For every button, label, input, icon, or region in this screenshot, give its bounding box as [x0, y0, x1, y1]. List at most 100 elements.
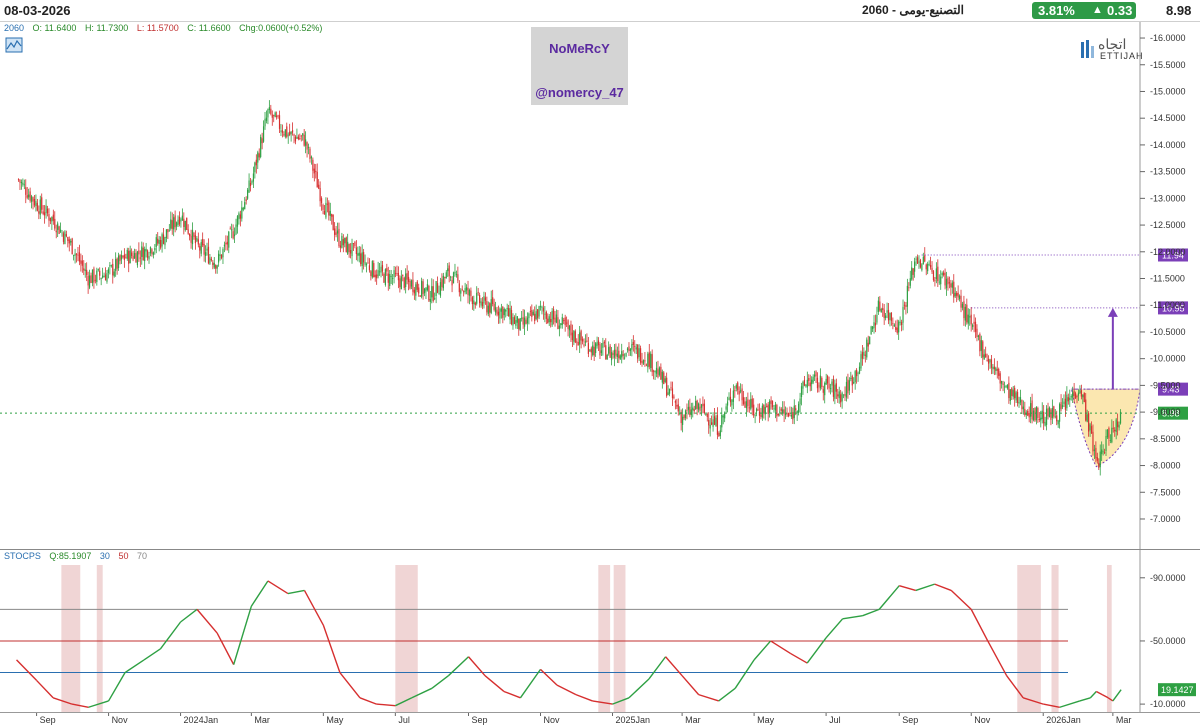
- candle-body: [1090, 426, 1093, 434]
- candle-body: [982, 341, 984, 358]
- candle-body: [1093, 449, 1096, 452]
- candle-body: [212, 262, 214, 266]
- oversold-band: [395, 565, 418, 712]
- candle-body: [73, 254, 75, 256]
- candle-body: [802, 381, 804, 389]
- candle-body: [133, 252, 136, 259]
- candle-body: [535, 311, 537, 320]
- candle-body: [94, 279, 96, 281]
- candle-body: [869, 336, 871, 345]
- candle-body: [924, 255, 926, 262]
- candle-body: [605, 345, 607, 360]
- candle-body: [1092, 431, 1094, 452]
- candle-body: [737, 382, 739, 391]
- candle-body: [173, 217, 175, 230]
- candle-body: [866, 339, 868, 358]
- candle-body: [477, 291, 479, 293]
- candle-body: [183, 218, 185, 227]
- candle-body: [779, 411, 781, 413]
- candle-body: [780, 408, 782, 411]
- candle-body: [972, 324, 974, 327]
- stoch-segment: [36, 679, 54, 699]
- candle-body: [232, 231, 234, 239]
- candle-body: [951, 282, 953, 288]
- candle-body: [165, 229, 168, 239]
- candle-body: [467, 287, 469, 295]
- candle-body: [595, 343, 597, 353]
- candle-body: [800, 386, 803, 398]
- candle-body: [492, 297, 494, 305]
- candle-body: [1034, 407, 1036, 421]
- candle-body: [336, 230, 339, 234]
- candle-body: [1045, 408, 1048, 425]
- candle-body: [654, 370, 656, 373]
- candle-body: [974, 321, 977, 332]
- candle-body: [503, 309, 505, 316]
- candle-body: [682, 416, 684, 425]
- candle-body: [593, 346, 595, 356]
- candle-body: [769, 401, 771, 413]
- candle-body: [589, 350, 591, 352]
- candle-body: [586, 340, 588, 342]
- candle-body: [841, 392, 843, 402]
- candle-body: [734, 390, 736, 392]
- candle-body: [626, 348, 629, 351]
- candle-body: [983, 354, 985, 360]
- candle-body: [721, 415, 723, 428]
- candle-body: [115, 259, 117, 271]
- candle-body: [305, 139, 307, 146]
- price-chart[interactable]: 11.9410.959.438.98 -16.0000-15.5000-15.0…: [0, 22, 1200, 549]
- candle-body: [139, 257, 141, 259]
- candle-body: [632, 341, 634, 345]
- x-tick-label: Mar: [254, 715, 270, 725]
- candle-body: [389, 274, 391, 286]
- price-candles: [17, 100, 1122, 476]
- candle-body: [960, 295, 962, 308]
- stoch-segment: [519, 668, 542, 699]
- candle-body: [937, 266, 939, 282]
- stoch-segment: [180, 608, 198, 623]
- stoch-current-label: 19.1427: [1161, 685, 1194, 695]
- candle-body: [215, 265, 217, 269]
- stochastic-chart[interactable]: -90.0000 -50.0000 -10.0000 19.1427 Sep Nov 20…: [0, 550, 1200, 727]
- candle-body: [405, 273, 407, 287]
- candle-body: [20, 181, 23, 184]
- candle-body: [496, 309, 498, 315]
- candle-body: [809, 382, 811, 387]
- candle-body: [257, 152, 259, 163]
- candle-body: [700, 404, 703, 408]
- candle-body: [663, 372, 665, 384]
- candle-body: [683, 414, 685, 419]
- candle-body: [787, 412, 790, 417]
- candle-body: [719, 430, 721, 437]
- candle-body: [552, 309, 555, 320]
- candle-body: [397, 273, 400, 281]
- candle-body: [1067, 397, 1069, 402]
- candle-body: [448, 265, 450, 277]
- candle-body: [851, 376, 853, 386]
- candle-body: [774, 404, 777, 411]
- candle-body: [958, 295, 961, 300]
- candle-body: [464, 288, 466, 293]
- candle-body: [483, 296, 485, 304]
- candle-body: [874, 323, 877, 326]
- candle-body: [419, 295, 421, 297]
- candle-body: [596, 341, 598, 347]
- candle-body: [1041, 410, 1043, 420]
- candle-body: [267, 109, 269, 118]
- candle-body: [109, 265, 111, 267]
- candle-body: [580, 330, 582, 341]
- candle-body: [966, 304, 968, 323]
- candle-body: [199, 246, 201, 251]
- candle-body: [247, 189, 249, 199]
- symbol-title: التصنيع-يومى - 2060: [862, 3, 964, 17]
- candle-body: [616, 353, 618, 357]
- candle-body: [1111, 427, 1113, 443]
- candle-body: [931, 267, 933, 272]
- candle-body: [699, 406, 701, 411]
- candle-body: [613, 349, 616, 358]
- candle-body: [934, 279, 936, 282]
- candle-body: [864, 354, 866, 356]
- candle-body: [642, 360, 645, 364]
- candle-body: [152, 252, 154, 255]
